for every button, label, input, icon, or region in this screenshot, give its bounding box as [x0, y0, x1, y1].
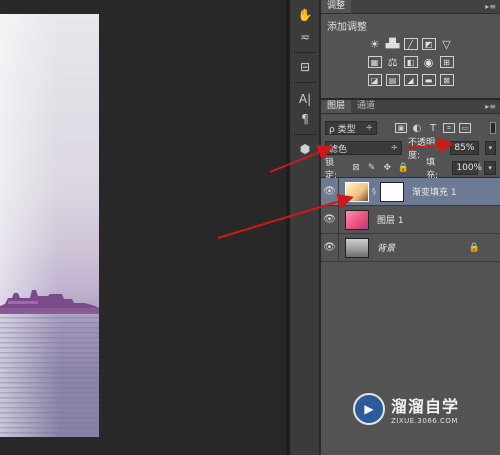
tab-channels[interactable]: 通道 [351, 100, 381, 113]
lock-transparency-icon[interactable]: ⊠ [351, 163, 361, 173]
watermark-title: 溜溜自学 [391, 397, 460, 416]
background-lock-icon: 🔒 [468, 242, 480, 253]
visibility-eye-icon[interactable]: 👁 [321, 233, 339, 262]
adjustment-filter-icon[interactable]: ◐ [411, 123, 423, 134]
shape-filter-icon[interactable]: ⌗ [443, 123, 455, 133]
filter-kind-select[interactable]: ρ 类型 ÷ [325, 121, 377, 135]
watermark: ▶ 溜溜自学 ZIXUE.3066.COM [353, 390, 473, 428]
visibility-eye-icon[interactable]: 👁 [321, 177, 339, 206]
watermark-url: ZIXUE.3066.COM [391, 417, 458, 425]
curves-icon[interactable]: ╱ [403, 38, 418, 50]
lock-position-icon[interactable]: ✥ [383, 163, 393, 173]
brush-icon[interactable]: ✋ [295, 6, 315, 24]
fill-input[interactable]: 100% [452, 160, 482, 175]
ships-silhouette [0, 290, 99, 314]
panel-dock-strip: ✋ ≂ ⊟ A| ¶ ⬢ [290, 0, 320, 455]
levels-icon[interactable]: ▟▙ [386, 38, 400, 50]
lock-all-icon[interactable]: 🔒 [398, 163, 409, 173]
brush-presets-icon[interactable]: ≂ [295, 28, 315, 46]
add-adjustment-label: 添加调整 [327, 22, 367, 33]
selective-color-icon[interactable]: ⊠ [439, 74, 454, 86]
layer-thumbnail[interactable] [345, 209, 369, 230]
adjustments-panel: 调整 ▸≡ 添加调整 ☀ ▟▙ ╱ ◩ ▽ ▦ ⚖ ◧ ◉ ⊞ ◪ ▤ ◢ ▬ … [321, 0, 500, 98]
adjustment-row-1: ☀ ▟▙ ╱ ◩ ▽ [321, 38, 500, 51]
opacity-slider-button[interactable]: ▾ [484, 141, 496, 155]
blend-row: 滤色 ÷ 不透明度: 85% ▾ [321, 138, 500, 161]
layer-name: 图层 1 [377, 216, 404, 226]
blend-mode-select[interactable]: 滤色 ÷ [325, 141, 402, 155]
layer-mask-thumbnail[interactable] [380, 181, 404, 202]
layer-name: 渐变填充 1 [412, 188, 457, 198]
character-icon[interactable]: A| [295, 90, 315, 108]
paragraph-icon[interactable]: ¶ [295, 110, 315, 128]
layer-row-gradient-fill[interactable]: 👁 § 渐变填充 1 [321, 177, 500, 206]
balance-icon[interactable]: ⚖ [386, 56, 400, 69]
layers-panel-menu-icon[interactable]: ▸≡ [485, 102, 496, 111]
pixel-filter-icon[interactable]: ▣ [395, 123, 407, 133]
layer-row-layer1[interactable]: 👁 图层 1 [321, 205, 500, 234]
gradient-fill-thumbnail[interactable] [345, 181, 369, 202]
brightness-icon[interactable]: ☀ [368, 38, 382, 51]
adjustment-row-3: ◪ ▤ ◢ ▬ ⊠ [321, 74, 500, 86]
document-canvas[interactable] [0, 0, 286, 455]
water-area [0, 312, 99, 437]
gradient-map-icon[interactable]: ▬ [421, 74, 436, 86]
invert-icon[interactable]: ◪ [367, 74, 382, 86]
adjustment-row-2: ▦ ⚖ ◧ ◉ ⊞ [321, 56, 500, 69]
fill-slider-button[interactable]: ▾ [484, 160, 496, 175]
tab-layers[interactable]: 图层 [321, 100, 352, 113]
fill-label: 填充: [426, 157, 439, 181]
visibility-eye-icon[interactable]: 👁 [321, 205, 339, 234]
smart-object-filter-icon[interactable]: ▭ [459, 123, 471, 133]
3d-cube-icon[interactable]: ⬢ [295, 140, 315, 158]
threshold-icon[interactable]: ◢ [403, 74, 418, 86]
layer-name: 背景 [377, 244, 396, 254]
grid-icon[interactable]: ⊞ [439, 56, 454, 68]
filter-toggle[interactable] [490, 122, 496, 134]
tab-adjustments[interactable]: 调整 [321, 0, 352, 13]
triangle-icon[interactable]: ▽ [440, 38, 454, 51]
lock-row: 锁定: ⊠ ✎ ✥ 🔒 填充: 100% ▾ [321, 157, 500, 181]
canvas-image [0, 14, 99, 437]
type-filter-icon[interactable]: T [427, 123, 439, 134]
play-logo-icon: ▶ [353, 393, 385, 425]
lock-paint-icon[interactable]: ✎ [367, 163, 377, 173]
background-thumbnail[interactable] [345, 237, 369, 258]
link-icon[interactable]: § [372, 187, 378, 196]
exposure-icon[interactable]: ◩ [421, 38, 436, 50]
bw-icon[interactable]: ◧ [403, 56, 418, 68]
opacity-input[interactable]: 85% [450, 141, 479, 155]
layer-row-background[interactable]: 👁 背景 🔒 [321, 233, 500, 262]
panel-menu-icon[interactable]: ▸≡ [485, 2, 496, 11]
vibrance-icon[interactable]: ▦ [367, 56, 382, 68]
camera-icon[interactable]: ◉ [422, 56, 436, 69]
posterize-icon[interactable]: ▤ [385, 74, 400, 86]
clone-source-icon[interactable]: ⊟ [295, 58, 315, 76]
